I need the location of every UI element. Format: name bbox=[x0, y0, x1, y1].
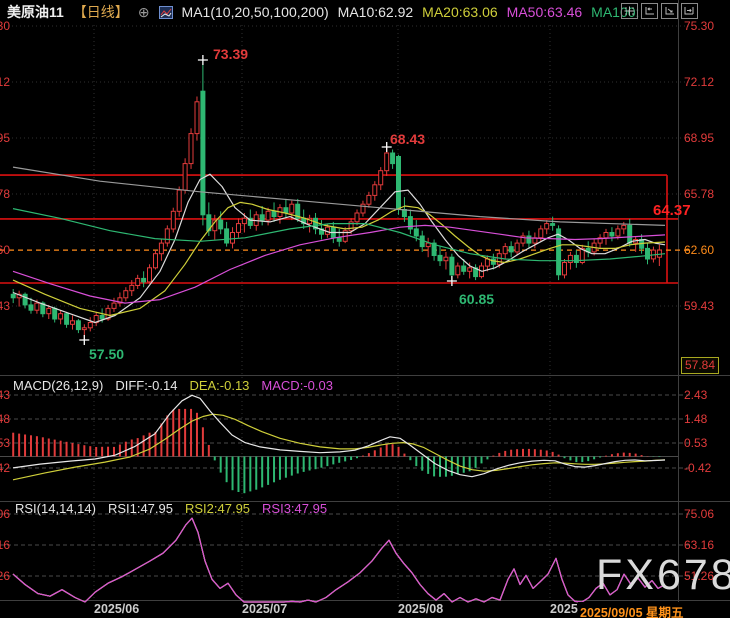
y-axis-label: 2.43 bbox=[0, 388, 10, 402]
price-annotation: 57.50 bbox=[89, 346, 124, 362]
price-annotation: 64.37 bbox=[653, 202, 691, 219]
rsi-lines bbox=[13, 518, 665, 602]
time-axis-label: 2025/07 bbox=[242, 602, 287, 616]
y-axis-label: 63.16 bbox=[0, 538, 10, 552]
current-date-label: 2025/09/05 星期五 bbox=[578, 602, 686, 618]
ma10-value: MA10:62.92 bbox=[338, 4, 414, 20]
macd-title: MACD(26,12,9) bbox=[13, 378, 103, 393]
chart-toolbar bbox=[621, 3, 698, 19]
add-compare-icon[interactable]: ⊕ bbox=[138, 4, 150, 21]
y-axis-label: 1.48 bbox=[0, 412, 10, 426]
period-selector[interactable]: 【日线】 bbox=[73, 2, 129, 22]
chart-canvas[interactable] bbox=[0, 0, 730, 618]
y-axis-label: 68.95 bbox=[684, 131, 714, 145]
y-axis-label: 0.53 bbox=[0, 436, 10, 450]
chart-header: 美原油11 【日线】 ⊕ MA1(10,20,50,100,200) MA10:… bbox=[7, 3, 639, 21]
y-axis-label: 75.06 bbox=[684, 507, 714, 521]
time-axis-label: 2025/08 bbox=[398, 602, 443, 616]
rsi-header: RSI(14,14,14) RSI1:47.95 RSI2:47.95 RSI3… bbox=[15, 501, 327, 516]
y-axis-label: 72.12 bbox=[684, 75, 714, 89]
y-axis-label: 75.30 bbox=[684, 19, 714, 33]
y-axis-label: 68.95 bbox=[0, 131, 10, 145]
axis-scale-bottom-icon[interactable] bbox=[661, 3, 678, 19]
macd-histogram bbox=[13, 409, 659, 493]
macd-lines bbox=[13, 395, 665, 480]
y-axis-label: 2.43 bbox=[684, 388, 707, 402]
fx678-watermark: FX678 bbox=[596, 551, 730, 600]
price-annotation: 73.39 bbox=[213, 46, 248, 62]
time-axis-label: 2025/06 bbox=[94, 602, 139, 616]
rsi3-value: RSI3:47.95 bbox=[262, 501, 327, 516]
ma-settings-label: MA1(10,20,50,100,200) bbox=[182, 4, 329, 20]
y-axis-label: 63.16 bbox=[684, 538, 714, 552]
y-axis-label: -0.42 bbox=[684, 461, 711, 475]
y-axis-label: 62.60 bbox=[0, 243, 10, 257]
macd-diff-value: DIFF:-0.14 bbox=[115, 378, 177, 393]
y-axis-label: 72.12 bbox=[0, 75, 10, 89]
y-axis-label: 59.43 bbox=[0, 299, 10, 313]
y-axis-label: -0.42 bbox=[0, 461, 10, 475]
price-annotation: 60.85 bbox=[459, 291, 494, 307]
y-axis-label: 59.43 bbox=[684, 299, 714, 313]
macd-macd-value: MACD:-0.03 bbox=[261, 378, 333, 393]
candlestick-series bbox=[11, 60, 661, 341]
ma20-value: MA20:63.06 bbox=[422, 4, 498, 20]
axis-scale-left-icon[interactable] bbox=[641, 3, 658, 19]
symbol-name: 美原油11 bbox=[7, 2, 64, 22]
rsi2-value: RSI2:47.95 bbox=[185, 501, 250, 516]
lowest-price-label: 57.84 bbox=[681, 357, 719, 374]
y-axis-label: 0.53 bbox=[684, 436, 707, 450]
rsi1-value: RSI1:47.95 bbox=[108, 501, 173, 516]
y-axis-label: 51.26 bbox=[0, 569, 10, 583]
y-axis-label: 1.48 bbox=[684, 412, 707, 426]
y-axis-label: 65.78 bbox=[0, 187, 10, 201]
price-annotation: 68.43 bbox=[390, 131, 425, 147]
y-axis-label: 75.06 bbox=[0, 507, 10, 521]
macd-dea-value: DEA:-0.13 bbox=[189, 378, 249, 393]
ma50-value: MA50:63.46 bbox=[507, 4, 583, 20]
axis-scale-right-icon[interactable] bbox=[681, 3, 698, 19]
pan-icon[interactable] bbox=[621, 3, 638, 19]
y-axis-label: 65.78 bbox=[684, 187, 714, 201]
rsi-title: RSI(14,14,14) bbox=[15, 501, 96, 516]
trading-app-window: 美原油11 【日线】 ⊕ MA1(10,20,50,100,200) MA10:… bbox=[0, 0, 730, 618]
current-price-label: 62.60 bbox=[684, 243, 714, 257]
indicator-icon[interactable] bbox=[159, 6, 173, 19]
time-axis: 2025/062025/072025/082025/092025/09/05 星… bbox=[0, 601, 730, 618]
macd-header: MACD(26,12,9) DIFF:-0.14 DEA:-0.13 MACD:… bbox=[13, 378, 333, 393]
